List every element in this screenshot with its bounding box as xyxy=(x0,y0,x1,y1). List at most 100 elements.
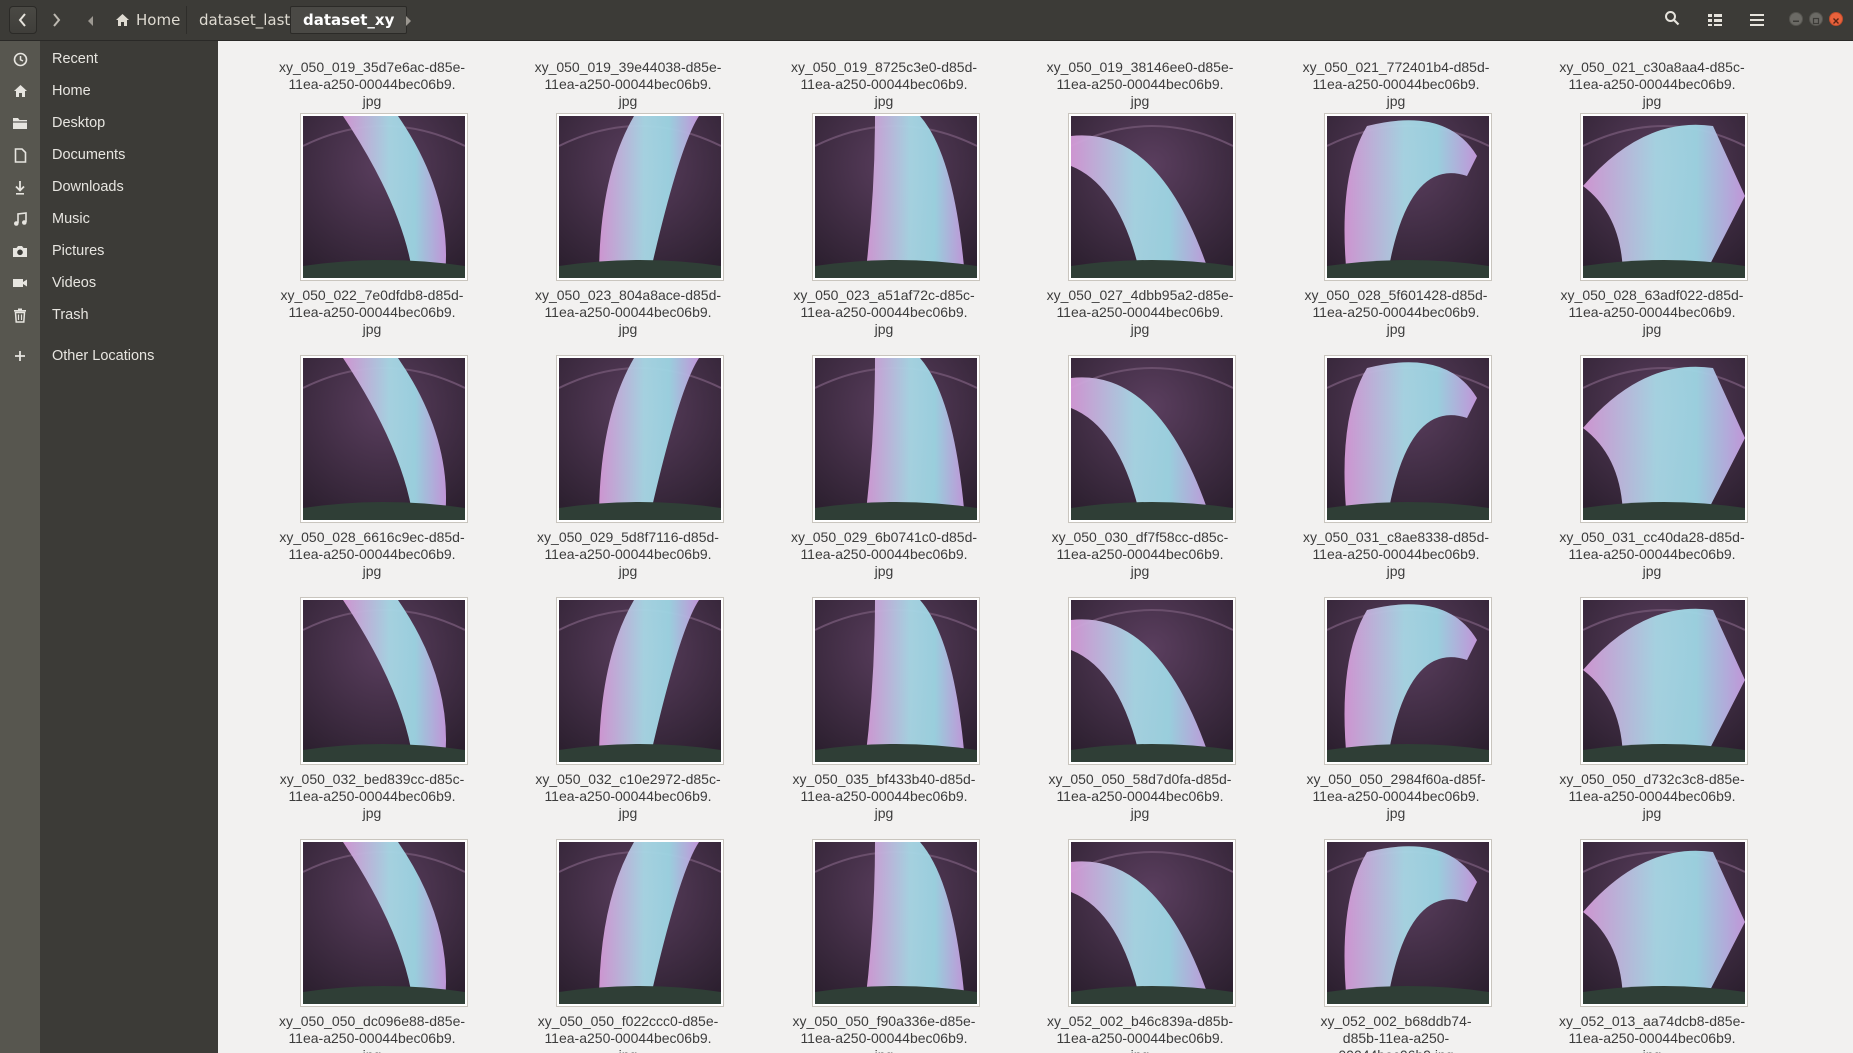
sidebar-item-label: Home xyxy=(52,83,91,99)
sidebar-item-trash[interactable]: Trash xyxy=(0,299,218,331)
sidebar-item-pictures[interactable]: Pictures xyxy=(0,235,218,267)
sidebar-item-label: Downloads xyxy=(52,179,124,195)
image-thumbnail xyxy=(1583,600,1745,762)
sidebar-item-other-locations[interactable]: Other Locations xyxy=(0,340,218,372)
sidebar-item-home[interactable]: Home xyxy=(0,75,218,107)
file-name: xy_050_027_4dbb95a2-d85e- 11ea-a250-00044… xyxy=(1046,287,1234,337)
folder-icon xyxy=(11,114,29,132)
file-thumbnail xyxy=(300,597,468,765)
minimize-icon xyxy=(1792,10,1800,29)
home-icon xyxy=(11,82,29,100)
image-thumbnail xyxy=(1583,358,1745,520)
image-thumbnail xyxy=(1327,600,1489,762)
plus-icon xyxy=(11,347,29,365)
breadcrumb-scroll-left-button[interactable] xyxy=(81,6,101,34)
file-name: xy_050_050_d732c3c8-d85e- 11ea-a250-00044… xyxy=(1559,771,1745,821)
file-thumbnail xyxy=(300,355,468,523)
view-toggle-icon xyxy=(1708,11,1722,30)
sidebar-item-label: Recent xyxy=(52,51,98,67)
menu-icon xyxy=(1750,11,1764,30)
file-name: xy_050_030_df7f58cc-d85c- 11ea-a250-00044… xyxy=(1051,529,1229,579)
sidebar-item-downloads[interactable]: Downloads xyxy=(0,171,218,203)
image-thumbnail xyxy=(1327,358,1489,520)
file-thumbnail xyxy=(812,113,980,281)
file-name: xy_052_013_aa74dcb8-d85e- 11ea-a250-00044… xyxy=(1558,1013,1746,1053)
video-icon xyxy=(11,274,29,292)
image-thumbnail xyxy=(1327,116,1489,278)
file-name: xy_050_050_2984f60a-d85f- 11ea-a250-00044… xyxy=(1306,771,1486,821)
close-button[interactable] xyxy=(1829,12,1843,26)
sidebar-item-desktop[interactable]: Desktop xyxy=(0,107,218,139)
file-name: xy_050_028_5f601428-d85d- 11ea-a250-00044… xyxy=(1304,287,1488,337)
forward-button[interactable] xyxy=(42,6,70,34)
sidebar-item-videos[interactable]: Videos xyxy=(0,267,218,299)
caret-left-icon xyxy=(87,11,95,30)
file-thumbnail xyxy=(556,839,724,1007)
file-thumbnail xyxy=(1580,597,1748,765)
back-button[interactable] xyxy=(9,6,37,34)
music-icon xyxy=(11,210,29,228)
file-name: xy_050_023_a51af72c-d85c- 11ea-a250-00044… xyxy=(793,287,975,337)
clock-icon xyxy=(11,50,29,68)
caret-right-icon xyxy=(404,11,412,30)
file-name: xy_050_032_bed839cc-d85c- 11ea-a250-00044… xyxy=(279,771,465,821)
file-thumbnail xyxy=(1324,839,1492,1007)
download-icon xyxy=(11,178,29,196)
breadcrumb-home[interactable]: Home xyxy=(103,6,192,34)
file-thumbnail xyxy=(1068,355,1236,523)
view-toggle-button[interactable] xyxy=(1698,6,1732,34)
file-thumbnail xyxy=(556,597,724,765)
sidebar-item-label: Desktop xyxy=(52,115,106,131)
trash-icon xyxy=(11,306,29,324)
breadcrumb-scroll-right-button[interactable] xyxy=(398,6,418,34)
file-name: xy_050_050_f90a336e-d85e- 11ea-a250-00044… xyxy=(792,1013,976,1053)
sidebar-item-label: Pictures xyxy=(52,243,105,259)
file-thumbnail xyxy=(1068,113,1236,281)
file-name: xy_050_032_c10e2972-d85c- 11ea-a250-00044… xyxy=(535,771,721,821)
sidebar-item-label: Other Locations xyxy=(52,348,155,364)
file-thumbnail xyxy=(300,839,468,1007)
sidebar-item-recent[interactable]: Recent xyxy=(0,43,218,75)
file-name: xy_050_022_7e0dfdb8-d85d- 11ea-a250-00044… xyxy=(280,287,464,337)
file-name: xy_050_029_6b0741c0-d85d- 11ea-a250-00044… xyxy=(790,529,978,579)
menu-button[interactable] xyxy=(1740,6,1774,34)
file-thumbnail xyxy=(1324,597,1492,765)
image-thumbnail xyxy=(1583,116,1745,278)
file-thumbnail xyxy=(1580,113,1748,281)
image-thumbnail xyxy=(1071,116,1233,278)
image-thumbnail xyxy=(303,358,465,520)
maximize-button[interactable] xyxy=(1809,12,1823,26)
maximize-icon xyxy=(1812,10,1820,29)
sidebar-item-documents[interactable]: Documents xyxy=(0,139,218,171)
image-thumbnail xyxy=(303,600,465,762)
image-thumbnail xyxy=(815,842,977,1004)
breadcrumb-dataset-last[interactable]: dataset_last xyxy=(186,6,302,34)
breadcrumb-dataset-last-label: dataset_last xyxy=(199,11,291,29)
header-bar: Home dataset_last dataset_xy xyxy=(0,0,1853,41)
file-thumbnail xyxy=(1324,113,1492,281)
file-name: xy_050_028_63adf022-d85d- 11ea-a250-00044… xyxy=(1560,287,1744,337)
search-button[interactable] xyxy=(1655,6,1689,34)
breadcrumb-dataset-xy[interactable]: dataset_xy xyxy=(290,6,408,34)
file-thumbnail xyxy=(812,355,980,523)
forward-icon xyxy=(50,13,62,27)
document-icon xyxy=(11,146,29,164)
sidebar-item-label: Trash xyxy=(52,307,89,323)
file-thumbnail xyxy=(1068,597,1236,765)
image-thumbnail xyxy=(559,600,721,762)
file-name: xy_050_035_bf433b40-d85d- 11ea-a250-00044… xyxy=(792,771,976,821)
file-name: xy_050_050_58d7d0fa-d85d- 11ea-a250-00044… xyxy=(1048,771,1232,821)
image-thumbnail xyxy=(303,116,465,278)
sidebar: Recent Home Desktop Documents Downloads … xyxy=(0,41,218,1053)
minimize-button[interactable] xyxy=(1789,12,1803,26)
image-thumbnail xyxy=(559,358,721,520)
sidebar-item-music[interactable]: Music xyxy=(0,203,218,235)
file-name: xy_050_031_c8ae8338-d85d- 11ea-a250-00044… xyxy=(1302,529,1490,579)
image-thumbnail xyxy=(815,600,977,762)
file-name: xy_050_028_6616c9ec-d85d- 11ea-a250-00044… xyxy=(279,529,465,579)
image-thumbnail xyxy=(1327,842,1489,1004)
close-icon xyxy=(1832,10,1840,29)
image-thumbnail xyxy=(559,842,721,1004)
image-thumbnail xyxy=(815,116,977,278)
home-icon xyxy=(115,13,130,27)
